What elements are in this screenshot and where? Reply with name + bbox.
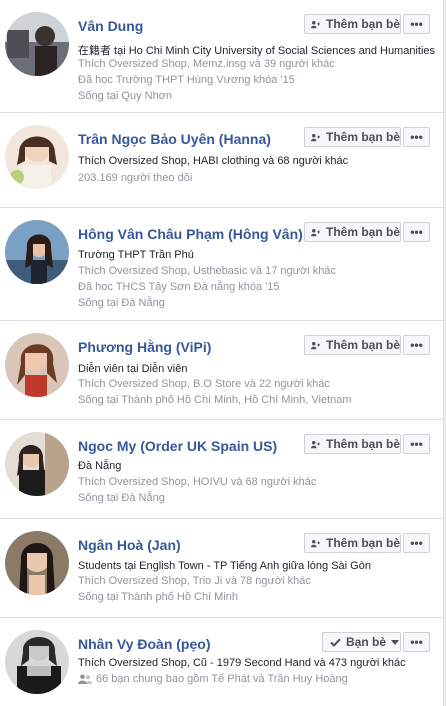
more-icon: ••• [410, 225, 423, 239]
person-detail: Đã học THCS Tây Sơn Đà nẵng khóa '15 [78, 281, 280, 293]
add-friend-button[interactable]: Thêm bạn bè [304, 222, 401, 242]
person-name[interactable]: Phương Hằng (ViPi) [78, 339, 211, 355]
more-options-button[interactable]: ••• [403, 533, 430, 553]
person-card: Ngoc My (Order UK Spain US) Đà Nẵng Thíc… [0, 420, 443, 519]
avatar[interactable] [5, 220, 69, 284]
person-detail: Students tại English Town - TP Tiếng Anh… [78, 560, 371, 572]
person-card: Trân Ngọc Bảo Uyên (Hanna) Thích Oversiz… [0, 113, 443, 208]
more-options-button[interactable]: ••• [403, 127, 430, 147]
person-name[interactable]: Ngoc My (Order UK Spain US) [78, 438, 277, 454]
more-icon: ••• [410, 437, 423, 451]
friend-suggestion-list: Vân Dung 在籍者 tại Ho Chi Minh City Univer… [0, 0, 444, 706]
person-detail: Diễn viên tại Diễn viên [78, 363, 188, 375]
add-friend-icon [311, 440, 320, 448]
friends-button[interactable]: Bạn bè [322, 632, 401, 652]
person-detail: Thích Oversized Shop, Trio Ji và 78 ngườ… [78, 575, 311, 587]
avatar[interactable] [5, 630, 69, 694]
add-friend-button[interactable]: Thêm bạn bè [304, 127, 401, 147]
more-options-button[interactable]: ••• [403, 222, 430, 242]
avatar[interactable] [5, 531, 69, 595]
person-name[interactable]: Hông Vân Châu Phạm (Hông Vân) [78, 226, 303, 242]
add-friend-label: Thêm bạn bè [325, 225, 400, 239]
person-detail: Sống tại Đà Nẵng [78, 492, 165, 504]
avatar[interactable] [5, 125, 69, 189]
more-options-button[interactable]: ••• [403, 434, 430, 454]
person-detail: Sống tại Thành phố Hồ Chí Minh, Hồ Chí M… [78, 394, 352, 406]
person-detail: Thích Oversized Shop, Cũ - 1979 Second H… [78, 657, 406, 669]
person-detail: 在籍者 tại Ho Chi Minh City University of S… [78, 45, 436, 57]
add-friend-button[interactable]: Thêm bạn bè [304, 434, 401, 454]
person-detail: Thích Oversized Shop, HABI clothing và 6… [78, 155, 349, 167]
more-options-button[interactable]: ••• [403, 632, 430, 652]
add-friend-icon [311, 539, 320, 547]
person-detail: 203.169 người theo dõi [78, 172, 193, 184]
add-friend-icon [311, 20, 320, 28]
person-detail: Thích Oversized Shop, Memz.insg và 39 ng… [78, 58, 335, 70]
add-friend-label: Thêm bạn bè [325, 437, 400, 451]
more-options-button[interactable]: ••• [403, 335, 430, 355]
person-card: Ngân Hoà (Jan) Students tại English Town… [0, 519, 443, 618]
more-icon: ••• [410, 635, 423, 649]
person-detail: Sống tại Đà Nẵng [78, 297, 165, 309]
more-icon: ••• [410, 338, 423, 352]
add-friend-icon [311, 133, 320, 141]
checkmark-icon [330, 638, 341, 647]
person-name[interactable]: Vân Dung [78, 18, 143, 34]
avatar[interactable] [5, 12, 69, 76]
person-name[interactable]: Ngân Hoà (Jan) [78, 537, 181, 553]
chevron-down-icon [391, 639, 400, 645]
person-detail: Thích Oversized Shop, Usthebasic và 17 n… [78, 265, 336, 277]
avatar[interactable] [5, 333, 69, 397]
person-card: Vân Dung 在籍者 tại Ho Chi Minh City Univer… [0, 0, 443, 113]
person-detail: Đã học Trường THPT Hùng Vương khóa '15 [78, 74, 295, 86]
mutual-friends-text: 66 bạn chung bao gồm Tế Phát và Trần Huy… [96, 673, 348, 685]
avatar[interactable] [5, 432, 69, 496]
add-friend-button[interactable]: Thêm bạn bè [304, 14, 401, 34]
person-card: Hông Vân Châu Phạm (Hông Vân) Trường THP… [0, 208, 443, 321]
more-icon: ••• [410, 536, 423, 550]
person-detail: Thích Oversized Shop, HOIVU và 68 người … [78, 476, 317, 488]
person-name[interactable]: Trân Ngọc Bảo Uyên (Hanna) [78, 131, 271, 147]
person-detail: Thích Oversized Shop, B.O Store và 22 ng… [78, 378, 330, 390]
friends-label: Bạn bè [346, 635, 387, 649]
mutual-friends-icon [78, 674, 92, 684]
person-card: Phương Hằng (ViPi) Diễn viên tại Diễn vi… [0, 321, 443, 420]
person-detail: Sống tại Quy Nhơn [78, 90, 173, 102]
add-friend-icon [311, 341, 320, 349]
more-icon: ••• [410, 130, 423, 144]
add-friend-label: Thêm bạn bè [325, 536, 400, 550]
person-name[interactable]: Nhân Vy Đoàn (pẹo) [78, 636, 211, 652]
person-detail: Trường THPT Trần Phú [78, 249, 194, 261]
more-icon: ••• [410, 17, 423, 31]
person-card: Nhân Vy Đoàn (pẹo) Thích Oversized Shop,… [0, 618, 443, 706]
person-detail: Sống tại Thành phố Hồ Chí Minh [78, 591, 239, 603]
add-friend-label: Thêm bạn bè [325, 17, 400, 31]
person-detail: Đà Nẵng [78, 460, 122, 472]
mutual-friends: 66 bạn chung bao gồm Tế Phát và Trần Huy… [78, 673, 348, 685]
add-friend-label: Thêm bạn bè [325, 338, 400, 352]
add-friend-button[interactable]: Thêm bạn bè [304, 335, 401, 355]
add-friend-icon [311, 228, 320, 236]
more-options-button[interactable]: ••• [403, 14, 430, 34]
add-friend-button[interactable]: Thêm bạn bè [304, 533, 401, 553]
add-friend-label: Thêm bạn bè [325, 130, 400, 144]
